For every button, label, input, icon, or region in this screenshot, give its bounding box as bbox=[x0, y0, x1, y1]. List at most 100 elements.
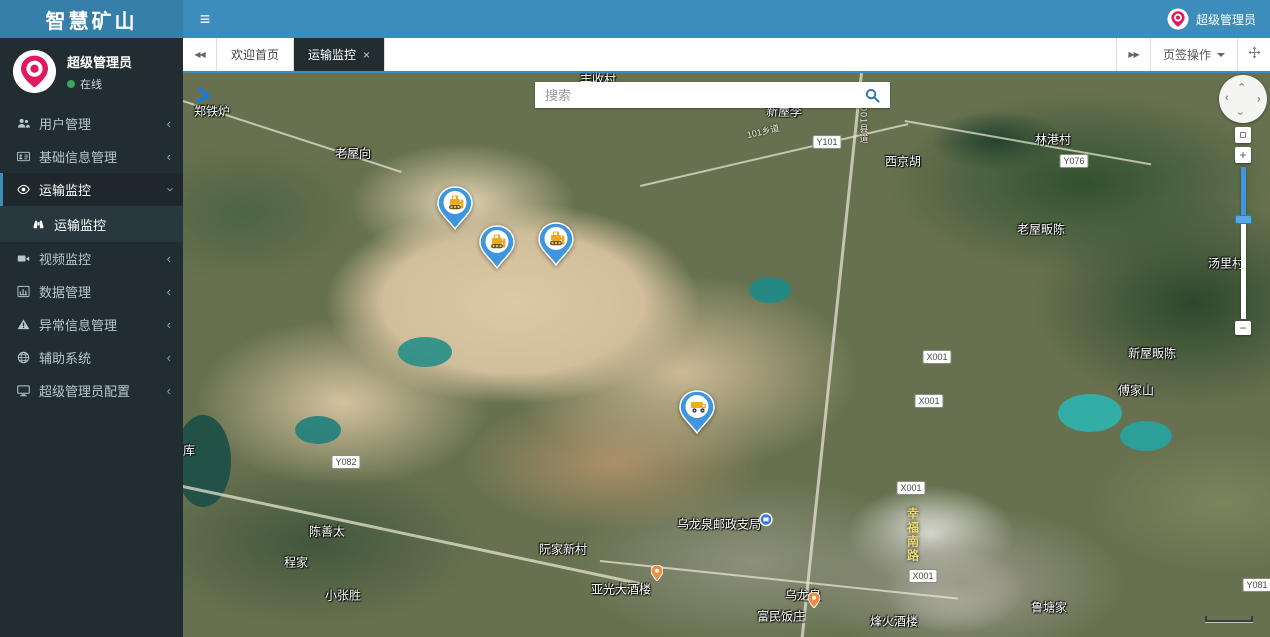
map-scale-bar bbox=[1205, 616, 1253, 622]
pin-orange-icon[interactable] bbox=[808, 592, 820, 613]
map-label: 汤里村 bbox=[1208, 255, 1244, 272]
zoom-slider-handle[interactable] bbox=[1235, 215, 1252, 224]
sidebar-user-panel: 超级管理员 在线 bbox=[0, 38, 183, 107]
tab-transport[interactable]: 运输监控 × bbox=[294, 38, 385, 71]
road-badge: X001 bbox=[896, 481, 925, 495]
map-label: 富民饭庄 bbox=[757, 608, 805, 625]
sidebar-menu: 用户管理‹基础信息管理‹运输监控‹运输监控视频监控‹数据管理‹异常信息管理‹辅助… bbox=[0, 107, 183, 407]
sidebar-item-admin-config[interactable]: 超级管理员配置‹ bbox=[0, 374, 183, 407]
search-button[interactable] bbox=[854, 82, 890, 108]
map-label: 幸福南路 bbox=[905, 507, 922, 563]
chevron-left-icon: ‹ bbox=[167, 149, 171, 164]
tabs-scroll-right-icon[interactable]: ▶▶ bbox=[1116, 38, 1150, 71]
pan-up-icon[interactable]: ‹ bbox=[1235, 83, 1246, 87]
map-label: 小张胜 bbox=[325, 587, 361, 604]
map-pan-control[interactable]: ‹ ‹ ‹ ‹ bbox=[1219, 75, 1267, 123]
header-spacer bbox=[227, 0, 1167, 38]
vehicle-marker-bulldozer[interactable] bbox=[437, 186, 473, 235]
pond bbox=[1058, 394, 1122, 432]
binoculars-icon bbox=[32, 218, 54, 231]
road-badge: X001 bbox=[908, 569, 937, 583]
sidebar-item-transport-monitor[interactable]: 运输监控‹ bbox=[0, 173, 183, 206]
map-label: 阮家新村 bbox=[539, 541, 587, 558]
sidebar-item-label: 数据管理 bbox=[39, 282, 167, 301]
tabs-list: 欢迎首页运输监控 × bbox=[217, 38, 385, 71]
map-label: 烽火酒楼 bbox=[870, 613, 918, 630]
tabs-scroll-left-icon[interactable]: ◀◀ bbox=[183, 38, 217, 71]
users-icon bbox=[17, 117, 39, 130]
sidebar-toggle-icon[interactable]: ≡ bbox=[183, 0, 227, 38]
chevron-left-icon: ‹ bbox=[167, 317, 171, 332]
search-input[interactable] bbox=[535, 82, 854, 108]
map-search-box bbox=[535, 82, 890, 108]
sidebar-item-label: 运输监控 bbox=[39, 180, 167, 199]
sidebar-item-label: 视频监控 bbox=[39, 249, 167, 268]
target-icon bbox=[1240, 132, 1246, 138]
sidebar-item-aux-system[interactable]: 辅助系统‹ bbox=[0, 341, 183, 374]
user-online-status: 在线 bbox=[67, 76, 132, 92]
tabbar: ◀◀ 欢迎首页运输监控 × ▶▶ 页签操作 bbox=[183, 38, 1270, 73]
map-label: 亚光大酒楼 bbox=[591, 581, 651, 598]
sidebar-user-name: 超级管理员 bbox=[67, 52, 132, 71]
sidebar-item-label: 用户管理 bbox=[39, 114, 167, 133]
tab-actions-dropdown[interactable]: 页签操作 bbox=[1150, 38, 1237, 71]
sidebar-item-label: 辅助系统 bbox=[39, 348, 167, 367]
sidebar-subitem-label: 运输监控 bbox=[54, 215, 106, 234]
map-arrow-icon bbox=[194, 86, 215, 109]
sidebar-item-exception-info[interactable]: 异常信息管理‹ bbox=[0, 308, 183, 341]
sidebar-subitem-transport-monitor-sub[interactable]: 运输监控 bbox=[0, 206, 183, 242]
chevron-left-icon: ‹ bbox=[167, 284, 171, 299]
pond bbox=[398, 337, 452, 367]
pond bbox=[749, 277, 791, 303]
brand-pin-logo bbox=[1167, 8, 1189, 30]
tabbar-spacer bbox=[385, 38, 1116, 71]
sidebar-item-label: 异常信息管理 bbox=[39, 315, 167, 334]
map-label: 陈善太 bbox=[309, 523, 345, 540]
fullscreen-button[interactable] bbox=[1237, 38, 1270, 71]
tab-label: 运输监控 bbox=[308, 46, 356, 63]
map-label: 老屋畈陈 bbox=[1017, 221, 1065, 238]
vehicle-marker-bulldozer[interactable] bbox=[479, 225, 515, 274]
chevron-down-icon: ‹ bbox=[161, 187, 176, 191]
map-label: 库 bbox=[183, 442, 195, 459]
tab-welcome[interactable]: 欢迎首页 bbox=[217, 38, 294, 71]
sidebar-item-video-monitor[interactable]: 视频监控‹ bbox=[0, 242, 183, 275]
eye-icon bbox=[17, 183, 39, 196]
circle-blue-icon[interactable] bbox=[759, 513, 773, 532]
map-label: 新屋畈陈 bbox=[1128, 345, 1176, 362]
header-user-name: 超级管理员 bbox=[1196, 11, 1256, 28]
map-label: 001县道 bbox=[858, 106, 871, 144]
main-header: 智慧矿山 ≡ 超级管理员 bbox=[0, 0, 1270, 38]
satellite-map[interactable]: 丰收村郑铁炉老屋向新屋李101乡道Y101001县道西京胡林港村Y076老屋畈陈… bbox=[183, 73, 1270, 637]
sidebar-item-users[interactable]: 用户管理‹ bbox=[0, 107, 183, 140]
chevron-left-icon: ‹ bbox=[167, 350, 171, 365]
pond bbox=[295, 416, 341, 444]
pan-down-icon[interactable]: ‹ bbox=[1235, 112, 1246, 116]
id-card-icon bbox=[17, 150, 39, 163]
road-badge: Y101 bbox=[812, 135, 841, 149]
pin-orange-icon[interactable] bbox=[651, 565, 663, 586]
sidebar-item-basic-info[interactable]: 基础信息管理‹ bbox=[0, 140, 183, 173]
road-badge: Y082 bbox=[331, 455, 360, 469]
app-logo: 智慧矿山 bbox=[0, 0, 183, 38]
vehicle-marker-truck[interactable] bbox=[679, 390, 715, 439]
map-reset-button[interactable] bbox=[1235, 127, 1251, 143]
map-label: 程家 bbox=[284, 554, 308, 571]
tab-close-icon[interactable]: × bbox=[363, 49, 370, 61]
sidebar-item-label: 基础信息管理 bbox=[39, 147, 167, 166]
pan-left-icon[interactable]: ‹ bbox=[1225, 93, 1229, 104]
sidebar-item-label: 超级管理员配置 bbox=[39, 381, 167, 400]
map-label: 林港村 bbox=[1035, 131, 1071, 148]
bar-chart-icon bbox=[17, 285, 39, 298]
zoom-slider-track[interactable] bbox=[1241, 167, 1246, 319]
pan-right-icon[interactable]: ‹ bbox=[1257, 93, 1261, 104]
zoom-out-button[interactable]: − bbox=[1235, 321, 1251, 335]
vehicle-marker-bulldozer[interactable] bbox=[538, 222, 574, 271]
header-user-menu[interactable]: 超级管理员 bbox=[1167, 0, 1270, 38]
zoom-in-button[interactable]: + bbox=[1235, 147, 1251, 163]
road-badge: X001 bbox=[914, 394, 943, 408]
user-avatar bbox=[12, 49, 57, 94]
submenu-transport-monitor: 运输监控 bbox=[0, 206, 183, 242]
sidebar: 超级管理员 在线 用户管理‹基础信息管理‹运输监控‹运输监控视频监控‹数据管理‹… bbox=[0, 38, 183, 637]
sidebar-item-data-mgmt[interactable]: 数据管理‹ bbox=[0, 275, 183, 308]
